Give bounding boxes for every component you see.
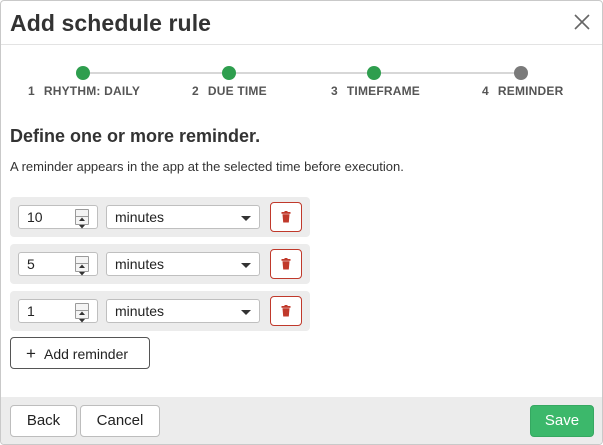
trash-icon [281,258,291,270]
reminder-unit-select[interactable]: minutes [106,252,260,276]
step-progress-line [83,72,521,74]
reminder-row: 10 minutes [10,197,310,237]
reminder-row: 5 minutes [10,244,310,284]
stepper-down-icon[interactable] [76,217,88,229]
reminder-unit-select[interactable]: minutes [106,299,260,323]
close-icon[interactable] [571,11,593,33]
section-heading: Define one or more reminder. [10,126,261,146]
reminder-amount-input[interactable]: 1 [18,299,98,323]
plus-icon: + [26,344,36,363]
stepper-up-icon[interactable] [76,210,88,221]
delete-reminder-button[interactable] [270,202,302,232]
reminder-unit-value: minutes [115,209,165,225]
reminder-amount-value: 1 [27,303,35,319]
dialog-footer: Back Cancel Save [1,397,602,444]
section-description: A reminder appears in the app at the sel… [10,159,404,174]
number-stepper[interactable] [75,256,89,276]
reminder-row: 1 minutes [10,291,310,331]
delete-reminder-button[interactable] [270,249,302,279]
cancel-button[interactable]: Cancel [80,405,160,437]
chevron-down-icon [241,216,251,221]
back-button[interactable]: Back [10,405,77,437]
step-2-dot [222,66,236,80]
number-stepper[interactable] [75,303,89,323]
reminder-amount-input[interactable]: 10 [18,205,98,229]
reminder-unit-select[interactable]: minutes [106,205,260,229]
step-4-dot [514,66,528,80]
number-stepper[interactable] [75,209,89,229]
step-progress: 1 RHYTHM: DAILY 2 DUE TIME 3 TIMEFRAME 4 REM… [1,57,602,107]
stepper-down-icon[interactable] [76,311,88,323]
dialog-header: Add schedule rule [1,1,602,45]
step-3-dot [367,66,381,80]
reminder-unit-value: minutes [115,303,165,319]
stepper-up-icon[interactable] [76,304,88,315]
add-schedule-rule-dialog: Add schedule rule 1 RHYTHM: DAILY 2 DUE TI… [0,0,603,445]
step-1-dot [76,66,90,80]
stepper-up-icon[interactable] [76,257,88,268]
delete-reminder-button[interactable] [270,296,302,326]
add-reminder-label: Add reminder [44,346,129,362]
trash-icon [281,211,291,223]
dialog-title: Add schedule rule [10,10,212,36]
reminder-unit-value: minutes [115,256,165,272]
trash-icon [281,305,291,317]
chevron-down-icon [241,263,251,268]
step-4-label: 4 REMINDER [482,84,564,98]
reminder-amount-input[interactable]: 5 [18,252,98,276]
step-1-label: 1 RHYTHM: DAILY [28,84,141,98]
stepper-down-icon[interactable] [76,264,88,276]
chevron-down-icon [241,310,251,315]
step-2-label: 2 DUE TIME [192,84,267,98]
add-reminder-button[interactable]: + Add reminder [10,337,150,369]
save-button[interactable]: Save [530,405,594,437]
reminder-amount-value: 10 [27,209,43,225]
reminder-amount-value: 5 [27,256,35,272]
step-3-label: 3 TIMEFRAME [331,84,421,98]
